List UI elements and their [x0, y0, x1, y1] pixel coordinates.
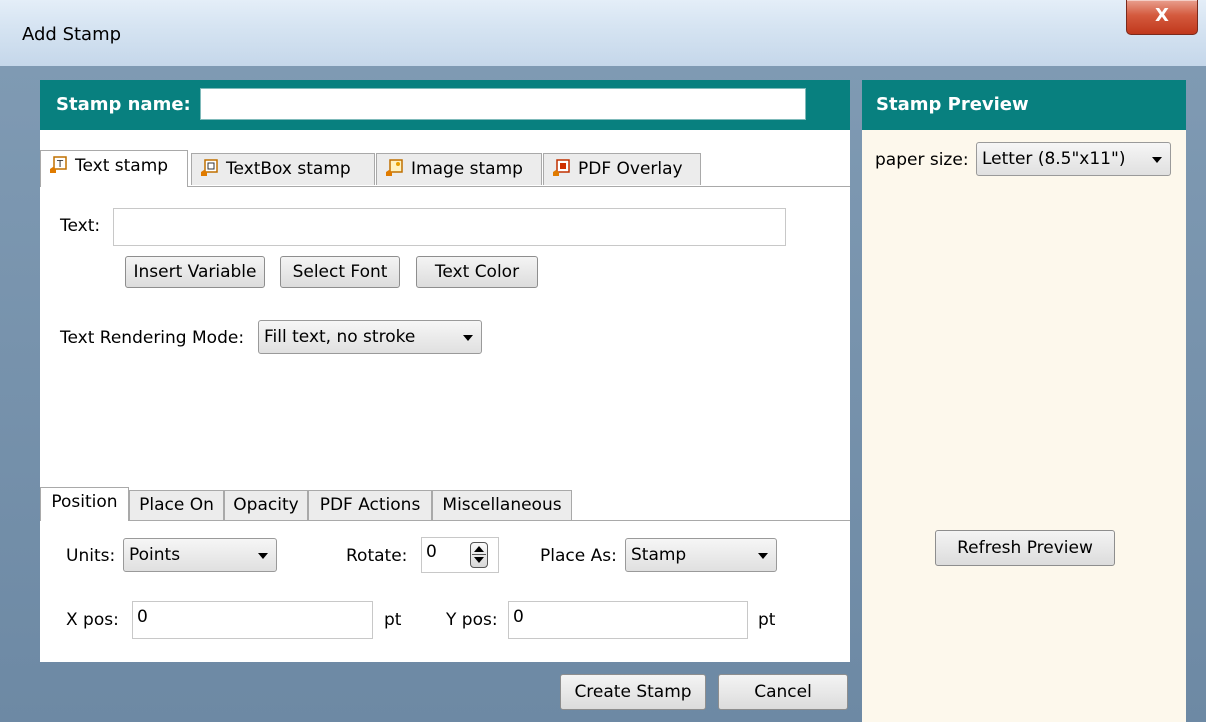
xpos-unit: pt [384, 610, 402, 630]
rendering-mode-label: Text Rendering Mode: [60, 328, 245, 348]
tab-pdf-actions[interactable]: PDF Actions [308, 490, 432, 520]
settings-tabs: Position Place On Opacity PDF Actions Mi… [40, 487, 850, 521]
stamp-name-input[interactable] [200, 88, 806, 120]
spin-arrows-icon[interactable] [470, 542, 488, 568]
place-as-value: Stamp [631, 545, 687, 565]
insert-variable-button[interactable]: Insert Variable [125, 256, 265, 288]
xpos-label: X pos: [66, 610, 119, 630]
stamp-text-input[interactable] [113, 208, 786, 246]
stamp-type-tabs: T Text stamp TextBox stamp Image stamp P… [40, 150, 850, 187]
text-color-button[interactable]: Text Color [416, 256, 538, 288]
title-bar: Add Stamp X [0, 0, 1206, 66]
tab-miscellaneous[interactable]: Miscellaneous [432, 490, 572, 520]
refresh-preview-button[interactable]: Refresh Preview [935, 530, 1115, 566]
tab-label: PDF Overlay [578, 159, 683, 179]
create-stamp-button[interactable]: Create Stamp [560, 674, 706, 710]
rendering-mode-select[interactable]: Fill text, no stroke [258, 320, 482, 354]
tab-textbox-stamp[interactable]: TextBox stamp [191, 153, 375, 185]
paper-size-label: paper size: [875, 150, 969, 170]
main-panel: Stamp name: T Text stamp TextBox stamp I… [40, 80, 850, 662]
text-stamp-icon: T [50, 156, 67, 173]
ypos-input[interactable]: 0 [508, 601, 748, 639]
units-select[interactable]: Points [123, 538, 277, 572]
chevron-down-icon [758, 553, 768, 559]
ypos-label: Y pos: [446, 610, 498, 630]
close-button[interactable]: X [1126, 0, 1198, 35]
tab-text-stamp[interactable]: T Text stamp [40, 150, 188, 187]
place-as-label: Place As: [540, 546, 617, 566]
svg-text:T: T [56, 159, 64, 170]
paper-size-value: Letter (8.5"x11") [982, 149, 1126, 169]
tab-place-on[interactable]: Place On [129, 490, 224, 520]
tab-opacity[interactable]: Opacity [224, 490, 308, 520]
paper-size-select[interactable]: Letter (8.5"x11") [976, 142, 1171, 176]
tab-image-stamp[interactable]: Image stamp [376, 153, 542, 185]
tab-position[interactable]: Position [40, 487, 129, 521]
cancel-button[interactable]: Cancel [718, 674, 848, 710]
tab-label: TextBox stamp [226, 159, 351, 179]
stamp-name-label: Stamp name: [56, 94, 191, 115]
image-stamp-icon [386, 159, 403, 176]
chevron-down-icon [258, 553, 268, 559]
rendering-mode-value: Fill text, no stroke [264, 327, 416, 347]
chevron-down-icon [1152, 157, 1162, 163]
select-font-button[interactable]: Select Font [280, 256, 400, 288]
stamp-preview-title: Stamp Preview [862, 80, 1186, 130]
tab-label: Text stamp [75, 156, 169, 176]
xpos-input[interactable]: 0 [132, 601, 373, 639]
tab-pdf-overlay[interactable]: PDF Overlay [543, 153, 701, 185]
ypos-unit: pt [758, 610, 776, 630]
text-label: Text: [60, 216, 101, 236]
rotate-label: Rotate: [346, 546, 408, 566]
chevron-down-icon [463, 335, 473, 341]
pdf-overlay-icon [553, 159, 570, 176]
units-value: Points [129, 545, 181, 565]
window-title: Add Stamp [22, 24, 122, 45]
rotate-value: 0 [426, 542, 437, 562]
tab-label: Image stamp [411, 159, 523, 179]
rotate-stepper[interactable]: 0 [421, 537, 499, 573]
stamp-name-header: Stamp name: [40, 80, 850, 130]
units-label: Units: [66, 546, 116, 566]
textbox-stamp-icon [201, 159, 218, 176]
place-as-select[interactable]: Stamp [625, 538, 777, 572]
stamp-preview-panel: Stamp Preview paper size: Letter (8.5"x1… [862, 80, 1186, 722]
